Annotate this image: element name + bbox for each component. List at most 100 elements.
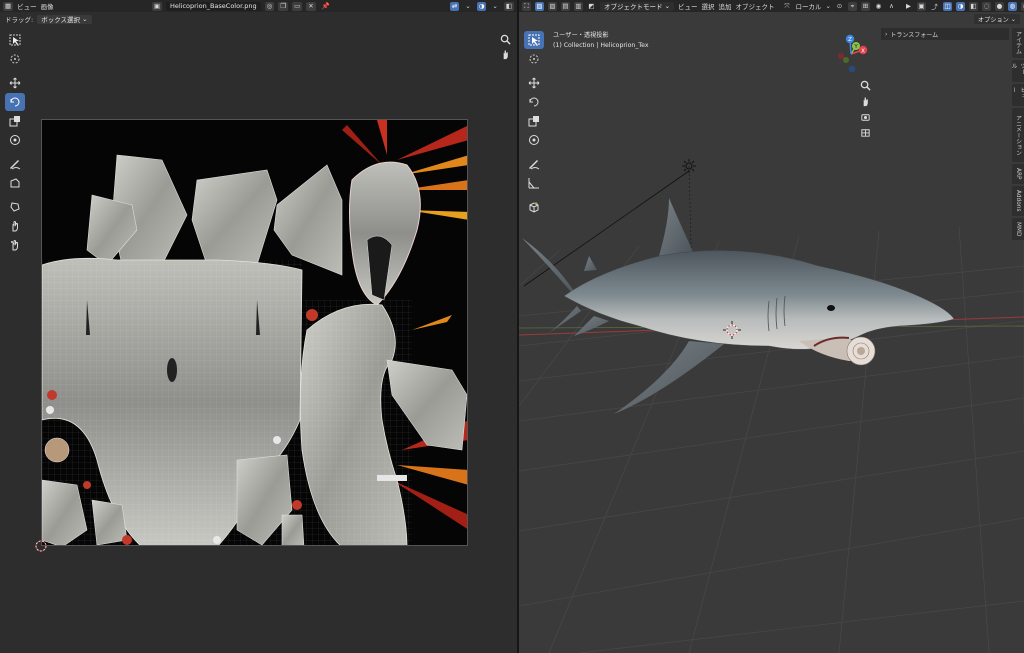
tab-view[interactable]: ビュー	[1010, 84, 1024, 106]
select-mode-new-icon[interactable]: ▨	[535, 1, 544, 11]
tool-cursor[interactable]	[524, 50, 544, 68]
tool-select-box[interactable]	[5, 31, 25, 49]
uv-subheader: ドラッグ: ボックス選択 ⌄	[0, 12, 517, 26]
gizmo-z-label: Z	[848, 37, 852, 43]
tool-rotate[interactable]	[524, 93, 544, 111]
tool-relax[interactable]	[5, 217, 25, 235]
tool-annotate[interactable]	[5, 155, 25, 173]
zoom-icon[interactable]	[858, 78, 872, 92]
3d-viewport: ⛶ ▨ ▧ ▤ ▥ ◩ オブジェクトモード ⌄ ビュー 選択 追加 オブジェクト…	[519, 0, 1024, 653]
tab-item[interactable]: アイテム	[1012, 28, 1024, 58]
new-image-icon[interactable]: ▭	[292, 1, 303, 11]
tool-grab[interactable]	[5, 198, 25, 216]
tool-scale[interactable]	[5, 112, 25, 130]
tool-move[interactable]	[5, 74, 25, 92]
viewport-gizmo-toggle-icon[interactable]: ◫	[942, 1, 952, 11]
unlink-icon[interactable]: ✕	[306, 1, 316, 11]
chevron-down-icon[interactable]: ⌄	[463, 2, 472, 11]
viewport-toolbar	[524, 31, 544, 216]
pivot-icon[interactable]: ⊙	[835, 2, 844, 11]
menu-view[interactable]: ビュー	[678, 1, 698, 11]
tool-annotate[interactable]	[524, 155, 544, 173]
menu-object[interactable]: オブジェクト	[736, 1, 775, 11]
object-mode-icon[interactable]: ◩	[587, 2, 596, 11]
shading-wire-icon[interactable]: ◌	[981, 1, 991, 11]
tab-mmd[interactable]: MMD	[1012, 218, 1024, 240]
select-box-icon	[9, 34, 21, 46]
mode-value: オブジェクトモード	[604, 3, 663, 11]
editor-type-icon[interactable]: ▦	[3, 1, 14, 11]
menu-view[interactable]: ビュー	[17, 1, 37, 11]
2d-cursor-icon[interactable]	[34, 539, 48, 553]
rotate-icon	[10, 97, 20, 107]
select-mode-invert-icon[interactable]: ▥	[574, 1, 583, 11]
shading-material-icon[interactable]: ◍	[1007, 1, 1017, 11]
options-dropdown[interactable]: オプション ⌄	[973, 14, 1020, 24]
sync-select-icon[interactable]: ⇄	[449, 1, 460, 11]
tool-add-cube[interactable]	[524, 198, 544, 216]
tool-transform[interactable]	[5, 131, 25, 149]
tab-animation[interactable]: アニメーション	[1012, 108, 1024, 162]
xray-icon[interactable]: ◧	[968, 1, 978, 11]
drag-mode-select[interactable]: ボックス選択 ⌄	[37, 14, 92, 24]
scale-icon	[9, 116, 20, 127]
falloff-icon[interactable]: ∧	[887, 2, 896, 11]
menu-select[interactable]: 選択	[702, 1, 715, 11]
orientation-value[interactable]: ローカル	[796, 1, 822, 11]
editor-type-icon[interactable]: ⛶	[522, 1, 531, 11]
tool-move[interactable]	[524, 74, 544, 92]
gizmo-x-label: X	[861, 48, 865, 54]
gizmo-icon[interactable]: ⤴	[930, 2, 939, 11]
duplicate-icon[interactable]: ❐	[278, 1, 289, 11]
tool-rip[interactable]	[5, 174, 25, 192]
navigation-gizmo[interactable]: X Y Z	[831, 30, 877, 76]
play-icon[interactable]: ▶	[904, 2, 913, 11]
select-mode-extend-icon[interactable]: ▧	[548, 1, 557, 11]
annotate-icon	[529, 160, 540, 170]
zoom-icon[interactable]	[498, 32, 512, 46]
transform-panel-header[interactable]: › トランスフォーム	[881, 28, 1009, 40]
tool-select-box[interactable]	[524, 31, 544, 49]
view-name: ユーザー・透視投影	[553, 32, 609, 39]
mode-select[interactable]: オブジェクトモード ⌄	[600, 1, 675, 11]
select-mode-subtract-icon[interactable]: ▤	[561, 1, 570, 11]
overlay-icon[interactable]: ◑	[955, 1, 965, 11]
move-icon	[9, 77, 21, 89]
tab-addons[interactable]: Addons	[1012, 186, 1024, 216]
tool-measure[interactable]	[524, 174, 544, 192]
visibility-icon[interactable]: ▣	[916, 1, 926, 11]
transform-orientation-icon[interactable]: ⤧	[783, 2, 792, 11]
tab-arp[interactable]: ARP	[1012, 164, 1024, 184]
cursor-icon	[10, 54, 20, 64]
shield-icon[interactable]: ◎	[264, 1, 275, 11]
image-name-field[interactable]: Helicoprion_BaseColor.png	[165, 1, 261, 11]
uv-texture-canvas[interactable]	[41, 119, 468, 546]
chevron-down-icon[interactable]: ⌄	[490, 2, 499, 11]
pan-hand-icon[interactable]	[498, 47, 512, 61]
transform-panel-title: トランスフォーム	[890, 31, 939, 39]
display-channel-icon[interactable]: ◧	[503, 1, 514, 11]
tool-scale[interactable]	[524, 112, 544, 130]
menu-image[interactable]: 画像	[41, 1, 54, 11]
scene-view[interactable]	[519, 26, 1024, 653]
menu-add[interactable]: 追加	[719, 1, 732, 11]
pin-icon[interactable]: 📌	[320, 2, 332, 11]
drag-label: ドラッグ:	[5, 16, 34, 24]
tab-tool[interactable]: ツール	[1010, 60, 1024, 82]
pan-hand-icon[interactable]	[858, 94, 872, 108]
grid-icon[interactable]	[858, 125, 872, 139]
shading-solid-icon[interactable]: ●	[994, 1, 1004, 11]
camera-view-icon[interactable]	[858, 110, 872, 124]
tool-transform[interactable]	[524, 131, 544, 149]
snap-icon[interactable]: ⌖	[847, 1, 857, 11]
grab-icon	[10, 202, 20, 212]
overlay-icon[interactable]: ◑	[476, 1, 487, 11]
viewport-overlay-info: ユーザー・透視投影 (1) Collection | Helicoprion_T…	[553, 31, 649, 51]
tool-pinch[interactable]	[5, 236, 25, 254]
image-browse-icon[interactable]: ▣	[151, 1, 162, 11]
proportional-edit-icon[interactable]: ◉	[874, 2, 883, 11]
tool-rotate[interactable]	[5, 93, 25, 111]
tool-cursor[interactable]	[5, 50, 25, 68]
snap-target-icon[interactable]: ⊞	[860, 1, 870, 11]
shark-model[interactable]	[522, 198, 955, 414]
